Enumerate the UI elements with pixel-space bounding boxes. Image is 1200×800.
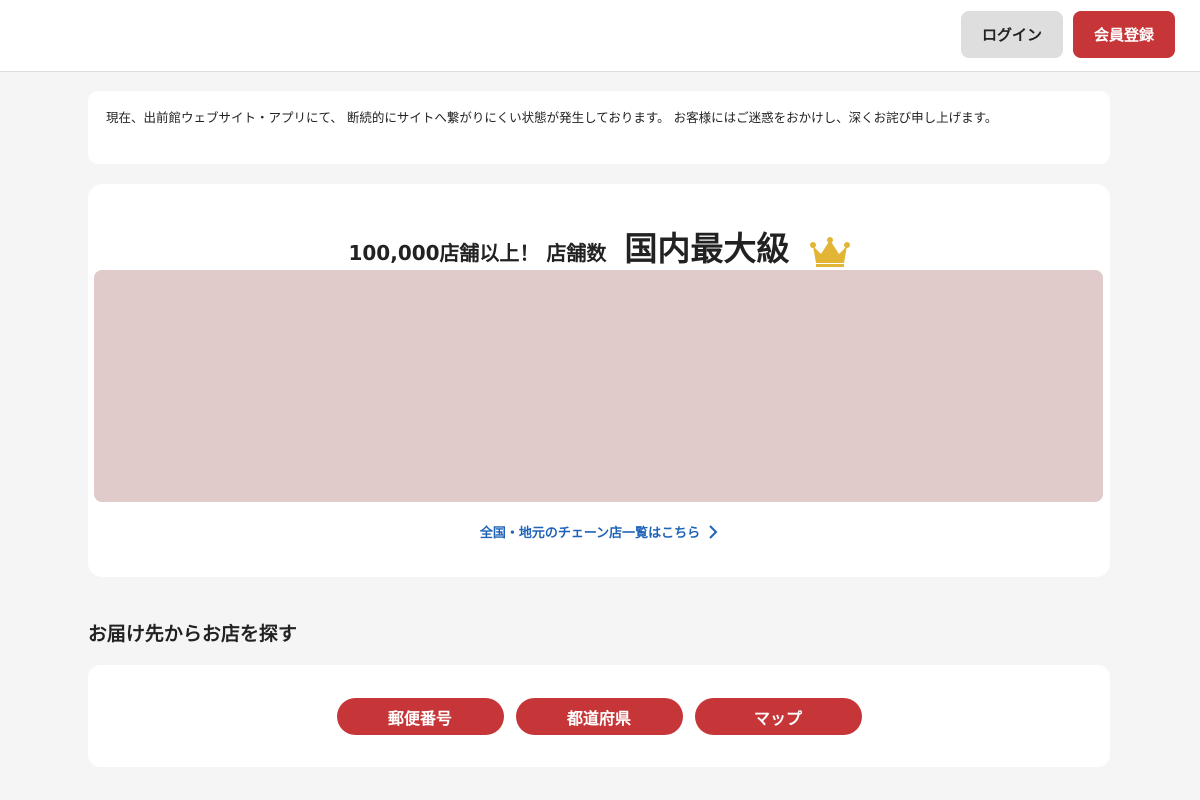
promo-subheadline: 100,000店舗以上！ 店舗数 <box>348 241 607 265</box>
site-header: ログイン 会員登録 <box>0 0 1200 72</box>
prefecture-button[interactable]: 都道府県 <box>515 698 683 735</box>
header-actions: ログイン 会員登録 <box>961 11 1175 58</box>
signup-button[interactable]: 会員登録 <box>1073 11 1175 58</box>
postal-code-button[interactable]: 郵便番号 <box>336 698 504 735</box>
promo-banner[interactable] <box>94 270 1103 502</box>
promo-headline: 100,000店舗以上！ 店舗数 国内最大級 <box>88 222 1110 270</box>
promo-card: 100,000店舗以上！ 店舗数 国内最大級 全国・地元のチェーン店一覧はこちら <box>88 184 1110 577</box>
search-section-title: お届け先からお店を探す <box>88 623 298 645</box>
promo-headline-text: 国内最大級 <box>624 229 790 268</box>
crown-icon <box>809 237 850 267</box>
search-card: 郵便番号 都道府県 マップ <box>88 665 1110 767</box>
service-notice: 現在、出前館ウェブサイト・アプリにて、 断続的にサイトへ繋がりにくい状態が発生し… <box>88 91 1110 164</box>
map-button[interactable]: マップ <box>694 698 862 735</box>
search-buttons: 郵便番号 都道府県 マップ <box>88 698 1110 735</box>
chain-store-list-link[interactable]: 全国・地元のチェーン店一覧はこちら <box>88 522 1110 541</box>
login-button[interactable]: ログイン <box>961 11 1063 58</box>
notice-text: 現在、出前館ウェブサイト・アプリにて、 断続的にサイトへ繋がりにくい状態が発生し… <box>106 110 998 125</box>
chain-link-label: 全国・地元のチェーン店一覧はこちら <box>479 526 701 541</box>
chevron-right-icon <box>709 524 718 539</box>
